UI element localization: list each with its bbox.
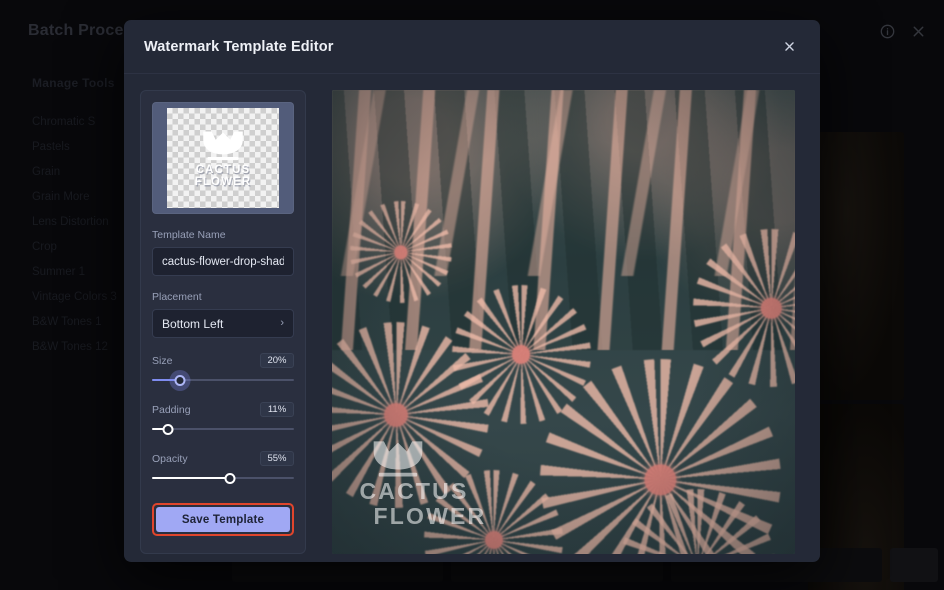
watermark-brand-text: CACTUS FLOWER — [360, 479, 487, 528]
padding-slider-value: 11% — [260, 402, 294, 417]
close-icon — [784, 42, 794, 51]
slider-rail — [152, 428, 294, 430]
watermark-settings-panel: CACTUS FLOWER Template Name Placement Bo… — [140, 90, 306, 554]
sidebar-item[interactable]: B&W Tones 1 — [32, 310, 132, 335]
background-header-icons — [880, 24, 926, 39]
sidebar-item[interactable]: Crop — [32, 235, 132, 260]
size-slider-header: Size 20% — [152, 353, 294, 368]
sidebar-item[interactable]: Chromatic S — [32, 110, 132, 135]
opacity-slider-value: 55% — [260, 451, 294, 466]
sidebar-item[interactable]: Lens Distortion — [32, 210, 132, 235]
padding-slider-header: Padding 11% — [152, 402, 294, 417]
watermark-template-editor-modal: Watermark Template Editor CACTUS FLOWER … — [124, 20, 820, 562]
cactus-flower-logo-icon — [366, 437, 430, 479]
preview-pane: CACTUS FLOWER — [320, 90, 806, 554]
cactus-flower-logo-icon — [197, 128, 249, 162]
sidebar-item[interactable]: Vintage Colors 3 — [32, 285, 132, 310]
placement-label: Placement — [152, 291, 202, 303]
slider-thumb[interactable] — [174, 374, 186, 386]
opacity-slider-label: Opacity — [152, 452, 188, 465]
thumbnail-brand-line-1: CACTUS — [195, 163, 251, 176]
sidebar-item[interactable]: Summer 1 — [32, 260, 132, 285]
template-name-label: Template Name — [152, 229, 226, 241]
app-root: Batch Processing Manage Tools Chromatic … — [0, 0, 944, 590]
modal-header: Watermark Template Editor — [124, 20, 820, 74]
opacity-slider-header: Opacity 55% — [152, 451, 294, 466]
size-slider-label: Size — [152, 354, 173, 367]
close-icon[interactable] — [911, 24, 926, 39]
sidebar-item[interactable]: Grain More — [32, 185, 132, 210]
background-thumbnail[interactable] — [889, 548, 938, 582]
thumbnail-brand-text: CACTUS FLOWER — [194, 163, 252, 188]
transparency-checkerboard: CACTUS FLOWER — [167, 108, 279, 208]
modal-title: Watermark Template Editor — [144, 38, 334, 55]
thumbnail-brand-line-2: FLOWER — [194, 175, 252, 188]
watermark-overlay: CACTUS FLOWER — [360, 437, 487, 528]
chevron-right-icon: › — [280, 317, 284, 329]
info-icon[interactable] — [880, 24, 895, 39]
background-sidebar-list: Chromatic S Pastels Grain Grain More Len… — [32, 110, 132, 360]
modal-body: CACTUS FLOWER Template Name Placement Bo… — [124, 74, 820, 562]
slider-fill — [152, 477, 231, 479]
save-template-button[interactable]: Save Template — [156, 507, 290, 532]
background-photo-tile[interactable] — [808, 132, 904, 400]
save-template-highlight: Save Template — [152, 503, 294, 536]
size-slider[interactable] — [152, 373, 294, 387]
watermark-preview-image[interactable]: CACTUS FLOWER — [331, 90, 795, 554]
padding-slider-label: Padding — [152, 403, 191, 416]
slider-thumb[interactable] — [224, 472, 236, 484]
placement-select[interactable]: Bottom Left › — [152, 309, 294, 338]
padding-slider-row: Padding 11% — [152, 402, 294, 436]
sidebar-item[interactable]: B&W Tones 12 — [32, 335, 132, 360]
slider-thumb[interactable] — [162, 423, 174, 435]
size-slider-row: Size 20% — [152, 353, 294, 387]
size-slider-value: 20% — [260, 353, 294, 368]
placement-value: Bottom Left — [162, 316, 224, 331]
background-sidebar-title: Manage Tools — [32, 76, 115, 90]
watermark-line-2: FLOWER — [373, 502, 487, 529]
opacity-slider-row: Opacity 55% — [152, 451, 294, 485]
watermark-thumbnail-preview: CACTUS FLOWER — [152, 102, 294, 214]
modal-close-button[interactable] — [776, 34, 802, 60]
sidebar-item[interactable]: Pastels — [32, 135, 132, 160]
padding-slider[interactable] — [152, 422, 294, 436]
template-name-input[interactable] — [152, 247, 294, 276]
sidebar-item[interactable]: Grain — [32, 160, 132, 185]
watermark-line-1: CACTUS — [359, 478, 469, 505]
opacity-slider[interactable] — [152, 471, 294, 485]
